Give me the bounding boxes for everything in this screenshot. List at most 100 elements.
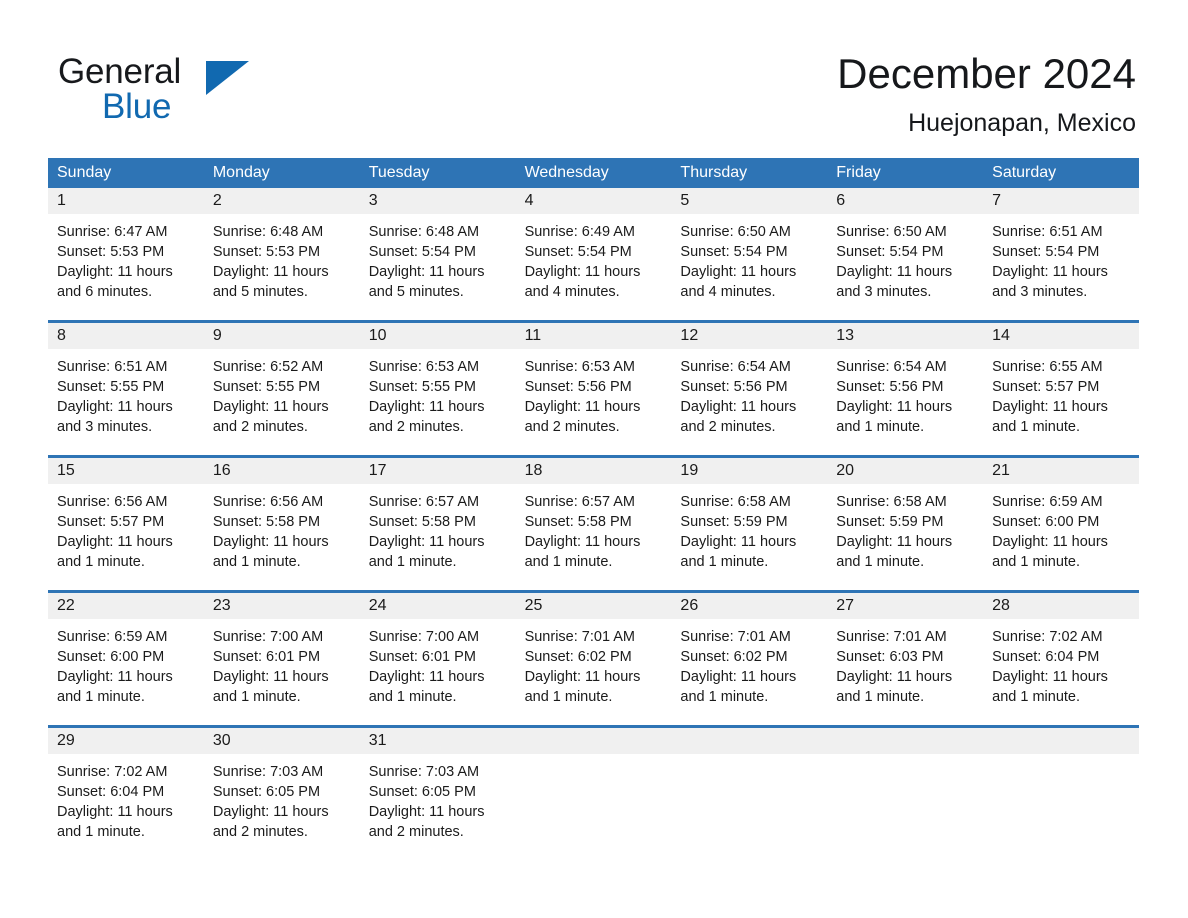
day-details: Sunrise: 6:50 AM Sunset: 5:54 PM Daylight:… — [827, 214, 983, 302]
sunrise-text: Sunrise: 7:02 AM — [992, 629, 1103, 645]
sunset-text: Sunset: 5:58 PM — [368, 514, 476, 530]
day-cell[interactable]: 6 Sunrise: 6:50 AM Sunset: 5:54 PM Daylight… — [827, 188, 984, 320]
day-cell[interactable]: 8 Sunrise: 6:51 AM Sunset: 5:55 PM Daylight… — [48, 323, 204, 455]
sunrise-text: Sunrise: 6:58 AM — [836, 494, 947, 510]
daylight-text-line2: and 1 minute. — [57, 689, 145, 705]
day-cell[interactable]: 29 Sunrise: 7:02 AM Sunset: 6:04 PM Dayligh… — [48, 728, 204, 860]
daylight-text-line1: Daylight: 11 hours — [524, 399, 641, 415]
day-number: 7 — [983, 188, 1139, 214]
day-cell[interactable]: 4 Sunrise: 6:49 AM Sunset: 5:54 PM Daylight… — [515, 188, 672, 320]
day-cell[interactable]: 13 Sunrise: 6:54 AM Sunset: 5:56 PM Dayligh… — [827, 323, 984, 455]
day-number: 5 — [671, 188, 828, 214]
sunset-text: Sunset: 5:55 PM — [212, 379, 321, 395]
day-cell[interactable]: 30 Sunrise: 7:03 AM Sunset: 6:05 PM Dayligh… — [203, 728, 360, 860]
day-cell[interactable]: 21 Sunrise: 6:59 AM Sunset: 6:00 PM Dayligh… — [983, 458, 1139, 590]
day-cell[interactable]: 15 Sunrise: 6:56 AM Sunset: 5:57 PM Dayligh… — [48, 458, 204, 590]
day-number: 21 — [983, 458, 1139, 484]
day-cell[interactable]: 25 Sunrise: 7:01 AM Sunset: 6:02 PM Dayligh… — [515, 593, 672, 725]
day-details: Sunrise: 6:58 AM Sunset: 5:59 PM Daylight:… — [827, 484, 983, 572]
day-cell[interactable]: 1 Sunrise: 6:47 AM Sunset: 5:53 PM Daylight… — [48, 188, 204, 320]
weekday-tuesday: Tuesday — [368, 164, 430, 181]
day-cell[interactable]: 2 Sunrise: 6:48 AM Sunset: 5:53 PM Daylight… — [203, 188, 360, 320]
day-details: Sunrise: 6:57 AM Sunset: 5:58 PM Daylight:… — [360, 484, 516, 572]
sunrise-text: Sunrise: 6:50 AM — [680, 224, 791, 240]
sunset-text: Sunset: 6:02 PM — [680, 649, 788, 665]
sunrise-text: Sunrise: 6:56 AM — [57, 494, 168, 510]
sunset-text: Sunset: 6:01 PM — [368, 649, 476, 665]
daylight-text-line2: and 3 minutes. — [836, 284, 932, 300]
general-blue-logo[interactable]: General Blue — [58, 52, 378, 132]
day-cell[interactable]: 18 Sunrise: 6:57 AM Sunset: 5:58 PM Dayligh… — [515, 458, 672, 590]
day-details: Sunrise: 7:01 AM Sunset: 6:03 PM Daylight:… — [827, 619, 983, 707]
sunset-text: Sunset: 6:04 PM — [57, 784, 165, 800]
sunset-text: Sunset: 6:00 PM — [57, 649, 165, 665]
day-cell[interactable]: 12 Sunrise: 6:54 AM Sunset: 5:56 PM Dayligh… — [671, 323, 828, 455]
day-number: 1 — [48, 188, 204, 214]
day-number: 17 — [359, 458, 516, 484]
triangle-icon — [206, 61, 249, 95]
day-cell[interactable]: 26 Sunrise: 7:01 AM Sunset: 6:02 PM Dayligh… — [671, 593, 828, 725]
day-cell[interactable]: 27 Sunrise: 7:01 AM Sunset: 6:03 PM Dayligh… — [827, 593, 984, 725]
daylight-text-line1: Daylight: 11 hours — [836, 669, 953, 685]
daylight-text-line2: and 1 minute. — [836, 689, 925, 705]
daylight-text-line1: Daylight: 11 hours — [368, 534, 485, 550]
day-number: 19 — [671, 458, 828, 484]
day-cell[interactable]: 9 Sunrise: 6:52 AM Sunset: 5:55 PM Daylight… — [203, 323, 360, 455]
sunset-text: Sunset: 5:54 PM — [524, 244, 632, 260]
day-cell[interactable]: 5 Sunrise: 6:50 AM Sunset: 5:54 PM Daylight… — [671, 188, 828, 320]
day-cell[interactable]: 28 Sunrise: 7:02 AM Sunset: 6:04 PM Dayligh… — [983, 593, 1139, 725]
daylight-text-line2: and 3 minutes. — [57, 419, 153, 435]
day-cell-empty — [515, 728, 672, 860]
sunset-text: Sunset: 5:59 PM — [836, 514, 944, 530]
daylight-text-line2: and 1 minute. — [212, 689, 301, 705]
day-cell[interactable]: 20 Sunrise: 6:58 AM Sunset: 5:59 PM Dayligh… — [827, 458, 984, 590]
day-details: Sunrise: 6:59 AM Sunset: 6:00 PM Daylight:… — [983, 484, 1139, 572]
day-cell[interactable]: 19 Sunrise: 6:58 AM Sunset: 5:59 PM Dayligh… — [671, 458, 828, 590]
day-cell[interactable]: 3 Sunrise: 6:48 AM Sunset: 5:54 PM Daylight… — [359, 188, 516, 320]
sunrise-text: Sunrise: 6:50 AM — [836, 224, 947, 240]
day-cell[interactable]: 14 Sunrise: 6:55 AM Sunset: 5:57 PM Dayligh… — [983, 323, 1139, 455]
daylight-text-line2: and 1 minute. — [368, 554, 457, 570]
sunrise-text: Sunrise: 6:57 AM — [524, 494, 635, 510]
day-details: Sunrise: 7:00 AM Sunset: 6:01 PM Daylight:… — [204, 619, 360, 707]
sunset-text: Sunset: 5:56 PM — [836, 379, 944, 395]
weekday-friday: Friday — [836, 164, 881, 181]
week-row: 1 Sunrise: 6:47 AM Sunset: 5:53 PM Daylight… — [48, 188, 1139, 320]
sunset-text: Sunset: 6:02 PM — [524, 649, 632, 665]
daylight-text-line1: Daylight: 11 hours — [212, 669, 329, 685]
daylight-text-line2: and 1 minute. — [992, 554, 1081, 570]
day-details: Sunrise: 6:55 AM Sunset: 5:57 PM Daylight:… — [983, 349, 1139, 437]
sunrise-text: Sunrise: 7:00 AM — [212, 629, 324, 645]
week-row: 22 Sunrise: 6:59 AM Sunset: 6:00 PM Dayligh… — [48, 590, 1139, 725]
daylight-text-line2: and 1 minute. — [57, 824, 145, 840]
day-number: 15 — [48, 458, 204, 484]
daylight-text-line1: Daylight: 11 hours — [368, 399, 485, 415]
sunset-text: Sunset: 5:54 PM — [992, 244, 1100, 260]
day-cell[interactable]: 23 Sunrise: 7:00 AM Sunset: 6:01 PM Dayligh… — [203, 593, 360, 725]
sunrise-text: Sunrise: 7:01 AM — [524, 629, 635, 645]
day-cell[interactable]: 10 Sunrise: 6:53 AM Sunset: 5:55 PM Dayligh… — [359, 323, 516, 455]
day-cell[interactable]: 24 Sunrise: 7:00 AM Sunset: 6:01 PM Dayligh… — [359, 593, 516, 725]
day-cell[interactable]: 17 Sunrise: 6:57 AM Sunset: 5:58 PM Dayligh… — [359, 458, 516, 590]
sunrise-text: Sunrise: 7:00 AM — [368, 629, 480, 645]
day-cell[interactable]: 22 Sunrise: 6:59 AM Sunset: 6:00 PM Dayligh… — [48, 593, 204, 725]
day-cell[interactable]: 11 Sunrise: 6:53 AM Sunset: 5:56 PM Dayligh… — [515, 323, 672, 455]
day-details: Sunrise: 6:50 AM Sunset: 5:54 PM Daylight:… — [671, 214, 827, 302]
day-number: 18 — [515, 458, 672, 484]
sunrise-text: Sunrise: 7:03 AM — [368, 764, 480, 780]
day-number: 13 — [827, 323, 984, 349]
daylight-text-line1: Daylight: 11 hours — [212, 534, 329, 550]
day-cell[interactable]: 16 Sunrise: 6:56 AM Sunset: 5:58 PM Dayligh… — [203, 458, 360, 590]
daylight-text-line1: Daylight: 11 hours — [680, 399, 797, 415]
sunset-text: Sunset: 5:55 PM — [57, 379, 165, 395]
daylight-text-line2: and 1 minute. — [680, 554, 769, 570]
day-number: 24 — [359, 593, 516, 619]
sunrise-text: Sunrise: 6:47 AM — [57, 224, 168, 240]
week-row: 15 Sunrise: 6:56 AM Sunset: 5:57 PM Dayligh… — [48, 455, 1139, 590]
sunrise-text: Sunrise: 7:01 AM — [836, 629, 947, 645]
day-cell[interactable]: 7 Sunrise: 6:51 AM Sunset: 5:54 PM Daylight… — [983, 188, 1139, 320]
daylight-text-line1: Daylight: 11 hours — [368, 669, 485, 685]
day-cell[interactable]: 31 Sunrise: 7:03 AM Sunset: 6:05 PM Dayligh… — [359, 728, 516, 860]
day-details: Sunrise: 6:56 AM Sunset: 5:58 PM Daylight:… — [204, 484, 360, 572]
sunset-text: Sunset: 5:58 PM — [524, 514, 632, 530]
